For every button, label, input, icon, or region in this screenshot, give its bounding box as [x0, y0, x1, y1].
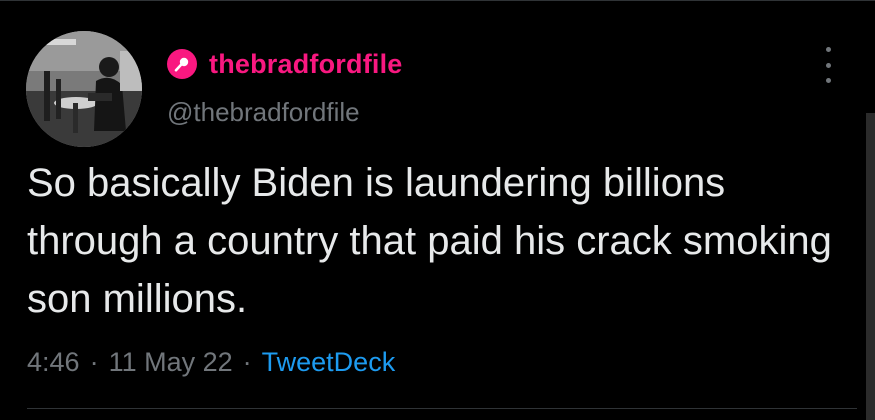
scrollbar[interactable]: [866, 113, 875, 420]
display-name[interactable]: thebradfordfile: [209, 49, 403, 80]
tweet-metadata: 4:46 · 11 May 22 · TweetDeck: [27, 347, 395, 378]
more-dot: [825, 62, 831, 68]
avatar-photo-icon: [26, 31, 142, 147]
user-handle[interactable]: @thebradfordfile: [167, 97, 360, 128]
separator: ·: [242, 347, 252, 377]
avatar[interactable]: [26, 31, 142, 147]
more-dot: [825, 78, 831, 83]
separator: ·: [89, 347, 99, 377]
more-vertical-icon[interactable]: [818, 47, 838, 83]
tweet-time[interactable]: 4:46: [27, 347, 80, 378]
author-name-row[interactable]: thebradfordfile: [167, 46, 403, 82]
tweet-date[interactable]: 11 May 22: [109, 347, 233, 378]
more-dot: [825, 47, 831, 52]
tweet-card: thebradfordfile @thebradfordfile So basi…: [0, 0, 875, 420]
tweet-text: So basically Biden is laundering billion…: [27, 161, 832, 321]
tweet-source-link[interactable]: TweetDeck: [262, 347, 396, 378]
microphone-icon: [167, 49, 197, 79]
divider: [27, 408, 857, 409]
